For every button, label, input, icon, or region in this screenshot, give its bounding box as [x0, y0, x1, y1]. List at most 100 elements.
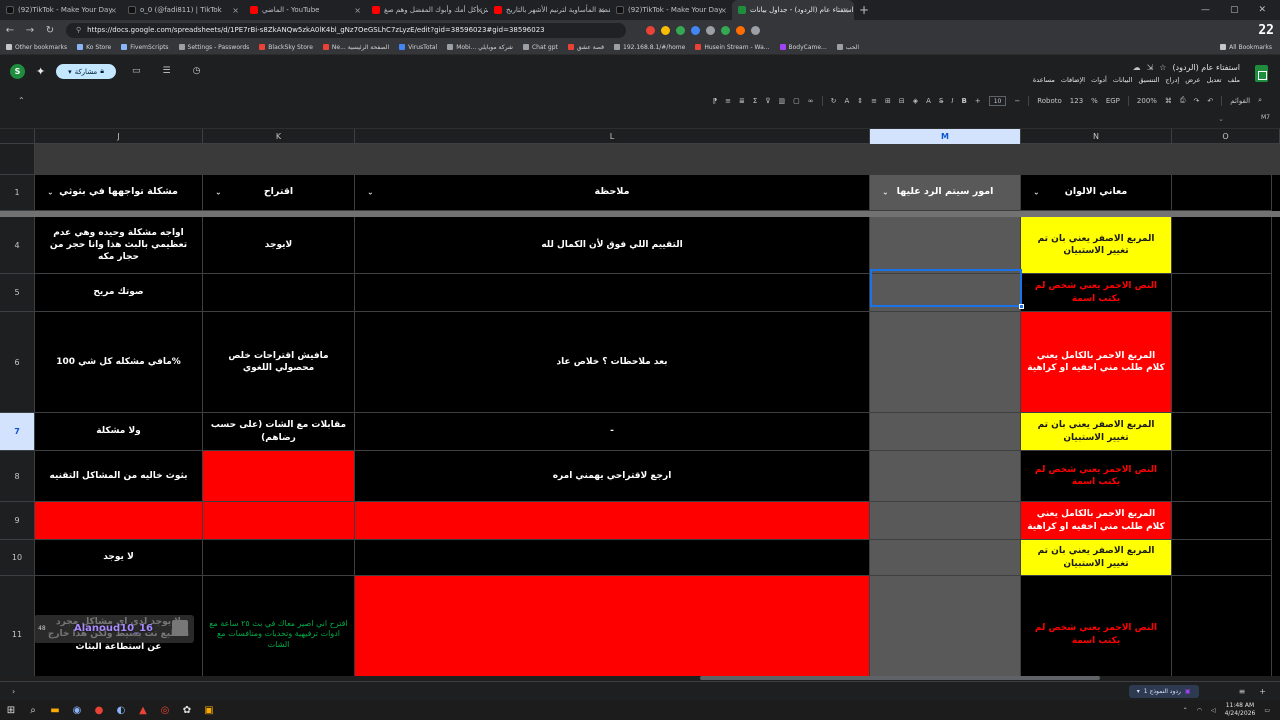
cell-j[interactable]: صوتك مريح [35, 274, 203, 312]
redo-icon[interactable]: ↷ [1194, 97, 1200, 105]
column-header-j[interactable]: J [35, 129, 203, 144]
halign-icon[interactable]: ≡ [871, 97, 877, 105]
bookmark-item[interactable]: Other bookmarks [6, 44, 67, 51]
bookmark-item[interactable]: BlackSky Store [259, 44, 313, 51]
cell-m[interactable] [870, 502, 1021, 540]
cell-k[interactable]: لايوجد [203, 217, 355, 274]
extension-icon[interactable] [721, 25, 730, 35]
corner-cell[interactable] [0, 129, 35, 144]
column-header-l[interactable]: L [355, 129, 870, 144]
chevron-down-icon[interactable]: ⌄ [882, 187, 889, 198]
app-icon[interactable]: ✿ [176, 705, 198, 716]
menu-format[interactable]: التنسيق [1138, 76, 1159, 84]
extension-icon[interactable] [736, 25, 745, 35]
undo-icon[interactable]: ↶ [1207, 97, 1213, 105]
bookmark-item[interactable]: Chat gpt [522, 44, 558, 51]
row-header[interactable]: 9 [0, 502, 35, 540]
add-sheet-icon[interactable]: + [1259, 687, 1266, 696]
bookmark-item[interactable]: Husein Stream - Wa... [695, 44, 770, 51]
search-icon[interactable]: ⌕ [22, 705, 44, 716]
menu-view[interactable]: عرض [1185, 76, 1200, 84]
close-icon[interactable]: × [354, 6, 361, 15]
move-icon[interactable]: ⇲ [1147, 63, 1154, 72]
bookmark-item[interactable]: قصة عشق [567, 44, 604, 51]
functions-icon[interactable]: Σ [753, 97, 757, 105]
bold-icon[interactable]: B [961, 97, 966, 105]
cell-j[interactable]: %مافي مشكله كل شي 100 [35, 312, 203, 413]
filter-icon[interactable]: ⊽ [765, 97, 770, 105]
link-icon[interactable]: ∞ [808, 97, 814, 105]
zoom-select[interactable]: 200% [1137, 97, 1157, 105]
meet-icon[interactable]: ▭ [132, 66, 141, 76]
cell-n[interactable]: النص الاحمر يعني شخص لم يكتب اسمة [1021, 451, 1172, 502]
extension-icon[interactable] [751, 25, 760, 35]
notification-icon[interactable]: ▭ [1264, 707, 1270, 714]
align-icon[interactable]: ≣ [739, 97, 745, 105]
cell-o[interactable] [1172, 175, 1272, 211]
cell-j[interactable]: لا يوجد [35, 540, 203, 576]
column-header-k[interactable]: K [203, 129, 355, 144]
text-direction-icon[interactable]: ⁋ [713, 97, 717, 105]
bookmark-item[interactable]: Ne... الصفحة الرئيسية [322, 44, 389, 51]
row-header[interactable]: 6 [0, 312, 35, 413]
valign-icon[interactable]: ⇕ [857, 97, 863, 105]
bookmark-item[interactable]: BodyCame... [779, 44, 827, 51]
borders-icon[interactable]: ⊟ [899, 97, 905, 105]
cell-k[interactable] [203, 540, 355, 576]
close-icon[interactable]: × [842, 6, 849, 15]
cell-n[interactable]: المربع الاحمر بالكامل يعني كلام طلب مني … [1021, 502, 1172, 540]
row-header[interactable]: 5 [0, 274, 35, 312]
cell-n[interactable]: النص الاحمر يعني شخص لم يكتب اسمة [1021, 274, 1172, 312]
rotate-icon[interactable]: ↻ [831, 97, 837, 105]
number-format[interactable]: 123 [1070, 97, 1083, 105]
cell-o[interactable] [1172, 540, 1272, 576]
sheets-logo-icon[interactable] [1255, 65, 1268, 82]
windows-icon[interactable]: ⊞ [0, 705, 22, 716]
cell-k[interactable] [203, 502, 355, 540]
cell-o[interactable] [1172, 274, 1272, 312]
wrap-icon[interactable]: ≡ [725, 97, 731, 105]
cell-m[interactable] [870, 312, 1021, 413]
sheet-tab[interactable]: ▾ ردود النموذج 1 ▣ [1128, 684, 1199, 698]
cell-n[interactable]: المربع الاصفر يعني بان تم تغيير الاستبيا… [1021, 217, 1172, 274]
close-icon[interactable]: × [476, 6, 483, 15]
app-icon[interactable]: ◎ [154, 705, 176, 716]
row-header[interactable]: 11 [0, 576, 35, 676]
menu-data[interactable]: البيانات [1113, 76, 1133, 84]
search-icon[interactable]: ⌕ [1258, 96, 1262, 105]
row-header[interactable]: 10 [0, 540, 35, 576]
row-header[interactable]: 4 [0, 217, 35, 274]
cell-j[interactable]: بثوث خاليه من المشاكل التقنيه [35, 451, 203, 502]
cell-n[interactable]: المربع الاصفر يعني بان تم تغيير الاستبيا… [1021, 540, 1172, 576]
explore-icon[interactable]: › [12, 687, 15, 696]
merge-icon[interactable]: ⊞ [885, 97, 891, 105]
browser-tab[interactable]: ο_0 (@fadi811) | TikTok × [122, 0, 244, 20]
font-size-input[interactable]: 10 [988, 95, 1007, 106]
cell-n[interactable]: النص الاحمر يعني شخص لم يكتب اسمة [1021, 576, 1172, 676]
cell-o[interactable] [1172, 217, 1272, 274]
back-icon[interactable]: ← [0, 25, 20, 36]
cell-k[interactable]: مافيش اقتراحات خلص محصولي اللغوي [203, 312, 355, 413]
header-cell-m[interactable]: امور سيتم الرد عليها ⌄ [870, 175, 1021, 211]
header-cell-l[interactable]: ملاحظة ⌄ [355, 175, 870, 211]
volume-icon[interactable]: ◁ [1211, 707, 1216, 714]
bookmark-item[interactable]: Ko Store [77, 44, 111, 51]
strikethrough-icon[interactable]: S̶ [939, 97, 943, 105]
collapse-icon[interactable]: ⌃ [18, 96, 25, 105]
currency-select[interactable]: EGP [1106, 97, 1120, 105]
comment-icon[interactable]: ▢ [793, 97, 800, 105]
percent-icon[interactable]: % [1091, 97, 1098, 105]
clock[interactable]: 11:48 AM 4/24/2026 [1225, 702, 1256, 718]
decrease-font-icon[interactable]: − [1014, 97, 1020, 105]
fill-handle[interactable] [1019, 304, 1024, 309]
reload-icon[interactable]: ↻ [40, 25, 60, 36]
increase-font-icon[interactable]: + [975, 97, 981, 105]
menu-extensions[interactable]: الإضافات [1061, 76, 1085, 84]
wifi-icon[interactable]: ◠ [1197, 707, 1202, 714]
avatar[interactable]: S [10, 64, 25, 79]
discord-icon[interactable]: ◐ [110, 705, 132, 716]
row-header[interactable]: 7 [0, 413, 35, 451]
bookmark-item[interactable]: FivemScripts [121, 44, 169, 51]
cell-l[interactable]: التقييم اللي فوق لأن الكمال لله [355, 217, 870, 274]
cell-o[interactable] [1172, 451, 1272, 502]
